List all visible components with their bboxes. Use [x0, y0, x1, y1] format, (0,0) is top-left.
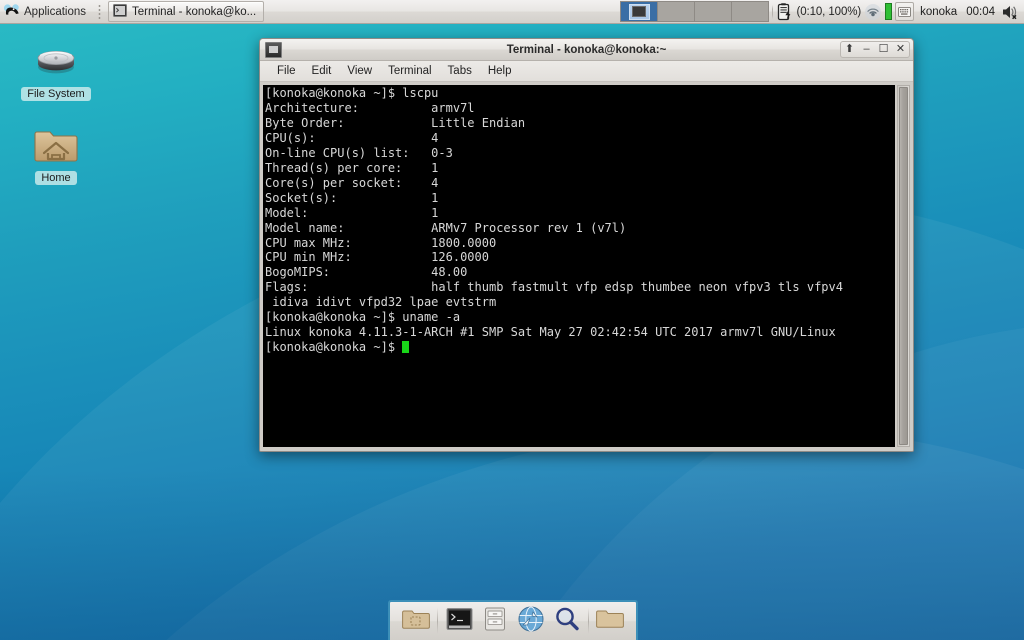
- battery-level-bar: [885, 3, 893, 20]
- xfce-mouse-icon: [3, 2, 20, 21]
- workspace-4[interactable]: [732, 2, 769, 21]
- system-tray: (0:10, 100%) konoka 00:04: [776, 2, 1024, 21]
- folder-icon: [596, 607, 624, 636]
- terminal-line: Thread(s) per core: 1: [265, 160, 439, 175]
- terminal-screen[interactable]: [konoka@konoka ~]$ lscpu Architecture: ar…: [263, 85, 895, 447]
- terminal-line: CPU(s): 4: [265, 130, 439, 145]
- menu-edit[interactable]: Edit: [305, 64, 339, 78]
- maximize-button[interactable]: ☐: [875, 42, 892, 57]
- hard-drive-icon: [32, 36, 80, 84]
- terminal-line: Model name: ARMv7 Processor rev 1 (v7l): [265, 220, 627, 235]
- terminal-cursor: [402, 341, 410, 354]
- terminal-line: CPU max MHz: 1800.0000: [265, 235, 497, 250]
- battery-charging-icon[interactable]: [776, 2, 793, 21]
- terminal-window[interactable]: Terminal - konoka@konoka:~ ⬆ – ☐ ✕ File …: [259, 38, 914, 452]
- desktop-icon-file-system[interactable]: File System: [14, 36, 98, 101]
- search-icon: [553, 605, 581, 638]
- desktop-icon-home[interactable]: Home: [14, 120, 98, 185]
- minimize-button[interactable]: –: [858, 42, 875, 57]
- network-wireless-icon[interactable]: [864, 3, 882, 21]
- terminal-line: On-line CPU(s) list: 0-3: [265, 145, 453, 160]
- terminal-icon: [113, 3, 128, 20]
- close-button[interactable]: ✕: [892, 42, 909, 57]
- terminal-output: [konoka@konoka ~]$ lscpu Architecture: ar…: [265, 86, 895, 355]
- terminal-line: BogoMIPS: 48.00: [265, 265, 468, 280]
- file-manager-icon: [402, 606, 430, 637]
- archive-manager-icon: [483, 606, 507, 637]
- battery-status-text: (0:10, 100%): [796, 5, 862, 18]
- menu-terminal[interactable]: Terminal: [381, 64, 438, 78]
- top-panel: Applications Terminal - konoka@ko... (0:…: [0, 0, 1024, 24]
- window-title: Terminal - konoka@konoka:~: [506, 43, 667, 56]
- terminal-line: [konoka@konoka ~]$ uname -a: [265, 310, 461, 325]
- terminal-icon: [446, 607, 473, 636]
- home-folder-icon: [32, 120, 80, 168]
- dock-folder[interactable]: [592, 604, 628, 638]
- terminal-icon: [265, 41, 282, 58]
- dock-panel: [388, 600, 638, 640]
- dock-separator: [437, 608, 438, 634]
- menubar: File Edit View Terminal Tabs Help: [260, 61, 913, 82]
- terminal-line: idiva idivt vfpd32 lpae evtstrm: [265, 295, 497, 310]
- workspace-window-thumbnail: [628, 3, 650, 20]
- terminal-line: Flags: half thumb fastmult vfp edsp thum…: [265, 280, 843, 295]
- workspace-1[interactable]: [621, 2, 659, 21]
- menu-help[interactable]: Help: [481, 64, 519, 78]
- terminal-line: CPU min MHz: 126.0000: [265, 250, 489, 265]
- window-titlebar[interactable]: Terminal - konoka@konoka:~ ⬆ – ☐ ✕: [260, 39, 913, 61]
- volume-muted-icon[interactable]: [1001, 3, 1020, 21]
- menu-tabs[interactable]: Tabs: [441, 64, 479, 78]
- workspace-3[interactable]: [695, 2, 733, 21]
- window-controls: ⬆ – ☐ ✕: [840, 41, 910, 58]
- workspace-switcher[interactable]: [620, 1, 770, 22]
- dock-terminal[interactable]: [441, 604, 477, 638]
- dock-separator: [588, 608, 589, 634]
- terminal-line: Socket(s): 1: [265, 190, 439, 205]
- scrollbar-thumb[interactable]: [899, 87, 908, 445]
- panel-handle: [98, 3, 102, 20]
- clock[interactable]: 00:04: [963, 6, 998, 18]
- dock-web-browser[interactable]: [513, 604, 549, 638]
- window-task-list: Terminal - konoka@ko...: [108, 1, 265, 22]
- terminal-line: Architecture: armv7l: [265, 100, 475, 115]
- dock-search[interactable]: [549, 604, 585, 638]
- shade-button[interactable]: ⬆: [841, 42, 858, 57]
- applications-menu-label: Applications: [24, 5, 87, 18]
- terminal-line: [konoka@konoka ~]$ lscpu: [265, 86, 439, 100]
- workspace-2[interactable]: [658, 2, 696, 21]
- terminal-line: Byte Order: Little Endian: [265, 115, 526, 130]
- task-button-label: Terminal - konoka@ko...: [132, 5, 257, 18]
- terminal-line: Model: 1: [265, 205, 439, 220]
- desktop-icon-label: File System: [21, 87, 91, 101]
- task-button-terminal[interactable]: Terminal - konoka@ko...: [108, 1, 265, 22]
- panel-separator: [772, 4, 774, 19]
- menu-view[interactable]: View: [340, 64, 379, 78]
- terminal-line: Core(s) per socket: 4: [265, 175, 439, 190]
- desktop-icon-label: Home: [35, 171, 77, 185]
- dock-archive-manager[interactable]: [477, 604, 513, 638]
- keyboard-layout-icon[interactable]: [895, 2, 915, 21]
- terminal-body: [konoka@konoka ~]$ lscpu Architecture: ar…: [260, 82, 913, 451]
- menu-file[interactable]: File: [270, 64, 303, 78]
- terminal-scrollbar[interactable]: [897, 85, 910, 447]
- web-browser-icon: [517, 605, 545, 638]
- dock-file-manager[interactable]: [398, 604, 434, 638]
- terminal-prompt-line: [konoka@konoka ~]$: [265, 340, 895, 355]
- terminal-line: Linux konoka 4.11.3-1-ARCH #1 SMP Sat Ma…: [265, 325, 836, 340]
- applications-menu-button[interactable]: Applications: [0, 1, 93, 23]
- username-label: konoka: [920, 5, 958, 18]
